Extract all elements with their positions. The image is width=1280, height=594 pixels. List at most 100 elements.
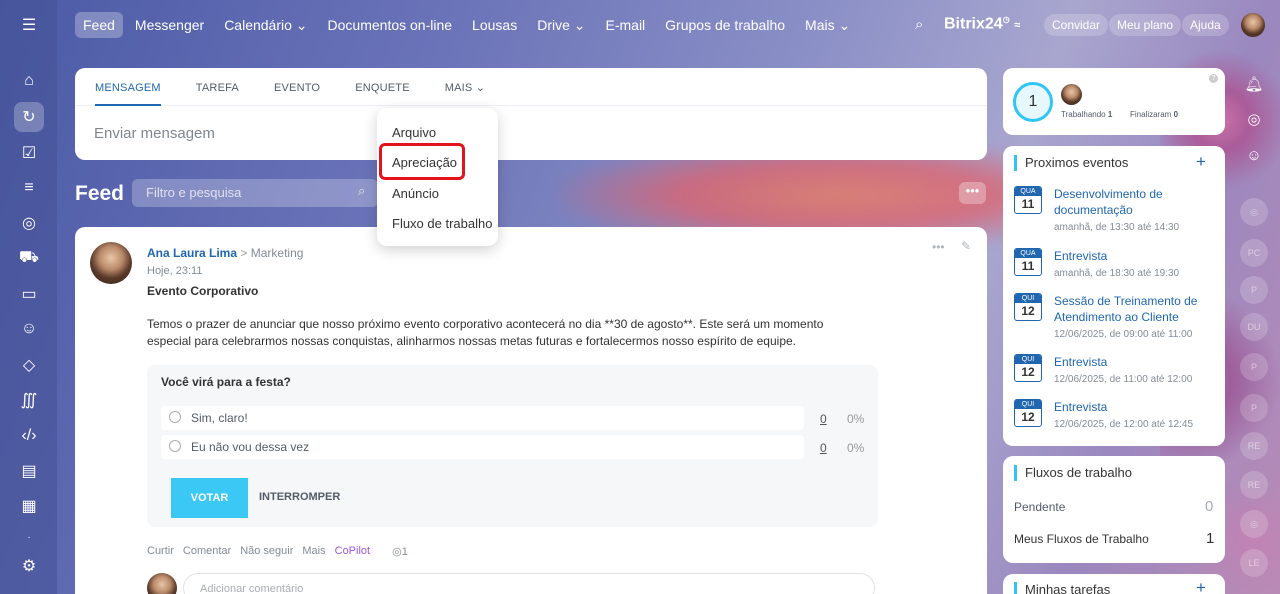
bell-icon[interactable]: 🔔︎ bbox=[1240, 70, 1268, 98]
status-card: 1 Trabalhando 1 Finalizaram 0 ? bbox=[1003, 68, 1225, 135]
pending-label[interactable]: Pendente bbox=[1014, 500, 1065, 514]
group-link[interactable]: Marketing bbox=[251, 246, 304, 260]
nav-email[interactable]: E-mail bbox=[606, 17, 646, 33]
box-icon[interactable]: ◇ bbox=[14, 350, 44, 380]
invite-button[interactable]: Convidar bbox=[1044, 14, 1109, 36]
add-task-icon[interactable]: + bbox=[1196, 578, 1206, 594]
chat-icon[interactable]: ☺ bbox=[1240, 141, 1268, 169]
vote-button[interactable]: VOTAR bbox=[171, 478, 248, 518]
chat-avatar[interactable]: PC bbox=[1240, 239, 1268, 267]
chat-avatar[interactable]: P bbox=[1240, 353, 1268, 381]
nav-more[interactable]: Mais ⌄ bbox=[805, 17, 850, 34]
sites-icon[interactable]: ∭ bbox=[14, 385, 44, 415]
separator-icon: · bbox=[27, 531, 31, 543]
bank-icon[interactable]: ▤ bbox=[14, 456, 44, 486]
event-title[interactable]: Sessão de Treinamento de Atendimento ao … bbox=[1054, 293, 1214, 325]
user-avatar[interactable] bbox=[1241, 13, 1265, 37]
poll-option[interactable]: Eu não vou dessa vez bbox=[161, 435, 804, 459]
radio-button[interactable] bbox=[169, 411, 181, 423]
tab-message[interactable]: MENSAGEM bbox=[95, 68, 161, 106]
message-input[interactable]: Enviar mensagem bbox=[94, 125, 215, 142]
post-menu-icon[interactable]: ••• bbox=[932, 240, 945, 254]
tab-more[interactable]: MAIS ⌄ bbox=[445, 68, 485, 105]
chat-avatar[interactable]: P bbox=[1240, 394, 1268, 422]
poll-option[interactable]: Sim, claro! bbox=[161, 406, 804, 430]
code-icon[interactable]: ‹/› bbox=[14, 421, 44, 451]
tab-event[interactable]: EVENTO bbox=[274, 68, 320, 105]
chat-avatar[interactable]: RE bbox=[1240, 432, 1268, 460]
nav-messenger[interactable]: Messenger bbox=[135, 17, 204, 33]
calendar-icon: QUI 12 bbox=[1014, 354, 1042, 382]
event-title[interactable]: Entrevista bbox=[1054, 248, 1214, 264]
post-time: Hoje, 23:11 bbox=[147, 265, 203, 277]
chat-avatar[interactable]: LE bbox=[1240, 549, 1268, 577]
menu-item-announcement[interactable]: Anúncio bbox=[392, 186, 439, 201]
calendar-icon[interactable]: ▦ bbox=[14, 491, 44, 521]
tab-poll[interactable]: ENQUETE bbox=[355, 68, 410, 105]
highlight-box bbox=[379, 143, 465, 180]
done-label: Finalizaram 0 bbox=[1130, 110, 1179, 119]
poll-percent: 0% bbox=[847, 412, 865, 426]
nav-drive[interactable]: Drive ⌄ bbox=[537, 17, 585, 34]
composer-tabs: MENSAGEM TAREFA EVENTO ENQUETE MAIS ⌄ bbox=[75, 68, 987, 106]
workflows-card: Fluxos de trabalho Pendente 0 Meus Fluxo… bbox=[1003, 456, 1225, 563]
chat-avatar[interactable]: P bbox=[1240, 276, 1268, 304]
more-button[interactable]: Mais bbox=[302, 545, 325, 558]
event-title[interactable]: Entrevista bbox=[1054, 399, 1214, 415]
pin-icon[interactable]: ✎ bbox=[961, 239, 971, 253]
nav-boards[interactable]: Lousas bbox=[472, 17, 517, 33]
menu-item-file[interactable]: Arquivo bbox=[392, 125, 436, 140]
copilot-button[interactable]: CoPilot bbox=[335, 545, 370, 558]
add-event-icon[interactable]: + bbox=[1196, 152, 1206, 172]
poll-count[interactable]: 0 bbox=[820, 441, 827, 455]
menu-icon[interactable]: ☰ bbox=[14, 10, 44, 40]
author-name[interactable]: Ana Laura Lima bbox=[147, 246, 237, 260]
like-button[interactable]: Curtir bbox=[147, 545, 174, 558]
filter-icon[interactable]: ≡ bbox=[14, 173, 44, 203]
unfollow-button[interactable]: Não seguir bbox=[240, 545, 293, 558]
nav-documents[interactable]: Documentos on-line bbox=[328, 17, 453, 33]
tab-task[interactable]: TAREFA bbox=[196, 68, 239, 105]
cart-icon[interactable]: ⛟ bbox=[14, 243, 44, 273]
radio-button[interactable] bbox=[169, 440, 181, 452]
avatar-icon[interactable]: ◎ bbox=[1240, 510, 1268, 538]
pending-count: 0 bbox=[1205, 498, 1214, 515]
comment-button[interactable]: Comentar bbox=[183, 545, 231, 558]
event-title[interactable]: Entrevista bbox=[1054, 354, 1214, 370]
comment-input[interactable]: Adicionar comentário bbox=[183, 573, 875, 594]
poll-percent: 0% bbox=[847, 441, 865, 455]
event-title[interactable]: Desenvolvimento de documentação bbox=[1054, 186, 1214, 218]
working-count[interactable]: 1 bbox=[1013, 82, 1053, 122]
post-title: Evento Corporativo bbox=[147, 284, 259, 298]
filter-search-input[interactable]: Filtro e pesquisa ⌕ bbox=[132, 179, 378, 207]
plan-button[interactable]: Meu plano bbox=[1109, 14, 1182, 36]
tasks-icon[interactable]: ☑ bbox=[14, 138, 44, 168]
crm-icon[interactable]: ◎ bbox=[14, 208, 44, 238]
nav-calendar[interactable]: Calendário ⌄ bbox=[224, 17, 307, 34]
event-time: 12/06/2025, de 12:00 até 12:45 bbox=[1054, 419, 1194, 430]
left-rail: ☰ ⌂ ↻ ☑ ≡ ◎ ⛟ ▭ ☺ ◇ ∭ ‹/› ▤ ▦ · ⚙ bbox=[0, 0, 57, 594]
brand-logo[interactable]: Bitrix24◷ ≈ bbox=[944, 15, 1020, 33]
workflows-title: Fluxos de trabalho bbox=[1014, 465, 1132, 481]
avatar-icon[interactable]: ◎ bbox=[1240, 198, 1268, 226]
chat-avatar[interactable]: RE bbox=[1240, 471, 1268, 499]
chat-avatar[interactable]: DU bbox=[1240, 313, 1268, 341]
contact-icon[interactable]: ▭ bbox=[14, 279, 44, 309]
robot-icon[interactable]: ☺ bbox=[14, 314, 44, 344]
poll-count[interactable]: 0 bbox=[820, 412, 827, 426]
views-counter: ◎1 bbox=[392, 546, 408, 558]
menu-item-workflow[interactable]: Fluxo de trabalho bbox=[392, 216, 492, 231]
settings-icon[interactable]: ⚙ bbox=[14, 551, 44, 581]
nav-groups[interactable]: Grupos de trabalho bbox=[665, 17, 785, 33]
my-workflows-label[interactable]: Meus Fluxos de Trabalho bbox=[1014, 532, 1149, 546]
home-icon[interactable]: ⌂ bbox=[14, 66, 44, 96]
target-icon[interactable]: ◎ bbox=[1240, 105, 1268, 133]
feed-icon[interactable]: ↻ bbox=[14, 102, 44, 132]
stop-poll-button[interactable]: INTERROMPER bbox=[259, 491, 340, 503]
nav-feed[interactable]: Feed bbox=[75, 12, 123, 38]
help-button[interactable]: Ajuda bbox=[1182, 14, 1229, 36]
search-icon[interactable]: ⌕ bbox=[915, 16, 923, 33]
author-avatar[interactable] bbox=[90, 242, 132, 284]
feed-options-button[interactable]: ••• bbox=[959, 182, 986, 204]
help-icon[interactable]: ? bbox=[1209, 74, 1218, 83]
